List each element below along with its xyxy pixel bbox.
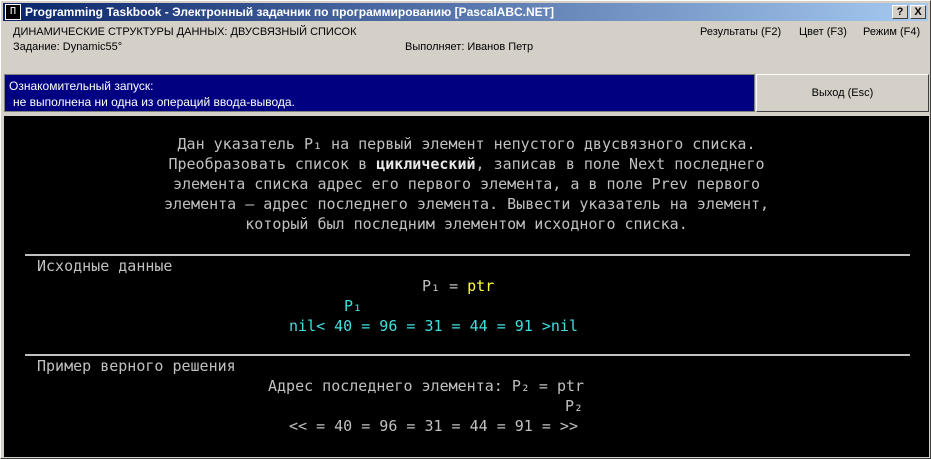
input-list: nil< 40 = 96 = 31 = 44 = 91 >nil <box>289 317 578 335</box>
app-logo-icon: П <box>5 4 21 20</box>
title-bar[interactable]: П Programming Taskbook - Электронный зад… <box>3 3 928 21</box>
example-list: << = 40 = 96 = 31 = 44 = 91 = >> <box>289 417 578 435</box>
task-text-line: который был последним элементом исходног… <box>245 215 688 233</box>
input-first-marker: P₁ <box>344 297 363 315</box>
task-text-line: элемента — адрес последнего элемента. Вы… <box>163 195 770 213</box>
task-text-line: Преобразовать список в циклический, запи… <box>4 154 929 174</box>
input-pointer: P₁ = ptr <box>422 276 494 296</box>
example-last-marker: P₂ <box>565 397 584 415</box>
status-message: не выполнена ни одна из операций ввода-в… <box>13 95 295 109</box>
window-title: Programming Taskbook - Электронный задач… <box>25 5 554 19</box>
task-text-emphasis: циклический <box>376 155 476 173</box>
task-text-part: , записав в поле Next последнего <box>475 155 765 173</box>
task-label: Задание: Dynamic55° <box>13 41 123 53</box>
task-text-line: элемента списка адрес его первого элемен… <box>173 175 760 193</box>
example-result-pointer: Адрес последнего элемента: P₂ = ptr <box>268 377 585 395</box>
results-menu-item[interactable]: Результаты (F2) <box>700 26 781 38</box>
status-title: Ознакомительный запуск: <box>9 79 154 93</box>
app-window: П Programming Taskbook - Электронный зад… <box>0 0 931 459</box>
mode-menu-item[interactable]: Режим (F4) <box>863 26 920 38</box>
topic-label: ДИНАМИЧЕСКИЕ СТРУКТУРЫ ДАННЫХ: ДВУСВЯЗНЫ… <box>13 26 357 38</box>
close-button[interactable]: X <box>910 5 926 19</box>
input-section-title: Исходные данные <box>37 257 173 275</box>
status-panel: Ознакомительный запуск: не выполнена ни … <box>4 74 755 112</box>
example-section-title: Пример верного решения <box>37 357 236 375</box>
help-button[interactable]: ? <box>892 5 908 19</box>
input-pointer-value: ptr <box>467 277 495 295</box>
performer-label: Выполняет: Иванов Петр <box>405 41 534 53</box>
input-pointer-label: P₁ = <box>422 277 468 295</box>
color-menu-item[interactable]: Цвет (F3) <box>799 26 847 38</box>
task-console: Дан указатель P₁ на первый элемент непус… <box>4 116 929 457</box>
task-text-line: Дан указатель P₁ на первый элемент непус… <box>177 135 756 153</box>
task-text-part: Преобразовать список в <box>168 155 377 173</box>
exit-button[interactable]: Выход (Esc) <box>756 74 929 112</box>
